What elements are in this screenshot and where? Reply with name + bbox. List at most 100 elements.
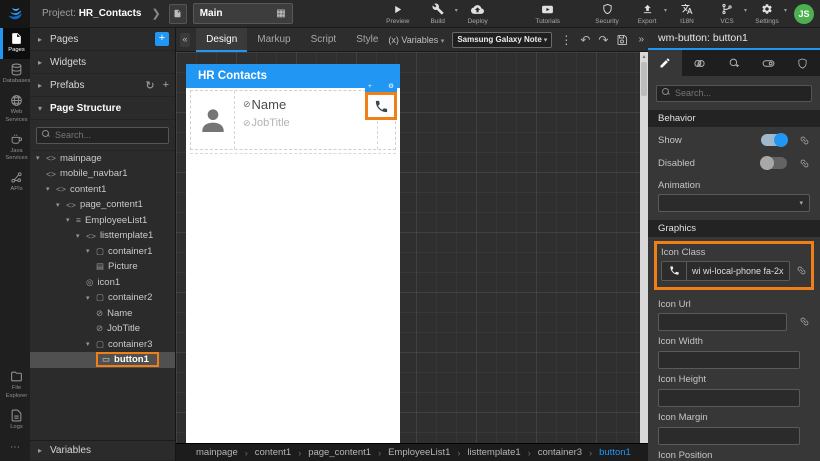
jobtitle-label-widget[interactable]: ⊘ JobTitle — [243, 117, 373, 129]
add-widget-icon[interactable]: + — [368, 84, 372, 91]
icon-class-input[interactable] — [687, 260, 790, 281]
property-search-input[interactable] — [656, 84, 812, 102]
project-chevron-icon[interactable]: ❯ — [151, 7, 160, 20]
build-caret-icon[interactable]: ▾ — [455, 7, 458, 14]
tree-node-container1[interactable]: ▾ ▢ container1 — [30, 244, 175, 260]
tree-node-icon1[interactable]: ◎ icon1 — [30, 275, 175, 291]
pages-caret-icon[interactable]: ▸ — [38, 35, 50, 44]
icon-url-input[interactable] — [658, 312, 787, 331]
tree-node-container3[interactable]: ▾ ▢ container3 — [30, 337, 175, 353]
tree-node-employeelist1[interactable]: ▾ ≡ EmployeeList1 — [30, 213, 175, 229]
tree-node-page-content1[interactable]: ▾ <> page_content1 — [30, 197, 175, 213]
tab-markup[interactable]: Markup — [247, 28, 300, 52]
text-column[interactable]: ⊘ Name ⊘ JobTitle — [235, 91, 377, 149]
widgets-caret-icon[interactable]: ▸ — [38, 58, 50, 67]
caret-down-icon[interactable]: ▾ — [86, 294, 96, 302]
build-button[interactable]: Build ▾ — [425, 3, 458, 25]
caret-down-icon[interactable]: ▾ — [86, 247, 96, 255]
icon-picker-button[interactable] — [661, 260, 687, 281]
tab-toggle-props[interactable] — [751, 50, 785, 76]
preview-button[interactable]: Preview — [385, 3, 411, 25]
show-toggle[interactable] — [761, 133, 788, 147]
export-caret-icon[interactable]: ▾ — [664, 7, 667, 14]
breadcrumb-current[interactable]: button1 — [599, 447, 631, 458]
section-pages[interactable]: ▸ Pages + — [30, 28, 175, 51]
deploy-button[interactable]: Deploy — [465, 3, 491, 25]
caret-down-icon[interactable]: ▾ — [66, 216, 76, 224]
phone-mockup[interactable]: HR Contacts ⊘ Name ⊘ JobTitle + ⚙ — [186, 64, 400, 443]
user-avatar[interactable]: JS — [794, 3, 814, 24]
kebab-menu-icon[interactable]: ⋮ — [560, 34, 572, 46]
device-selector[interactable]: Samsung Galaxy Note III ▾ — [452, 31, 553, 48]
rail-item-apis[interactable]: APIs — [0, 167, 30, 198]
caret-down-icon[interactable]: ▾ — [86, 340, 96, 348]
name-label-widget[interactable]: ⊘ Name — [243, 97, 373, 112]
i18n-button[interactable]: I18N — [674, 3, 700, 25]
settings-caret-icon[interactable]: ▾ — [784, 7, 787, 14]
tree-node-picture[interactable]: ▤ Picture — [30, 259, 175, 275]
icon-margin-input[interactable] — [658, 426, 800, 445]
canvas-scrollbar[interactable]: ▲ — [640, 52, 648, 443]
variables-dropdown[interactable]: (x) Variables ▾ — [388, 35, 444, 45]
icon-height-input[interactable] — [658, 388, 800, 407]
caret-down-icon[interactable]: ▾ — [76, 232, 86, 240]
overflow-right-icon[interactable]: » — [638, 34, 644, 45]
section-widgets[interactable]: ▸ Widgets — [30, 51, 175, 74]
animation-select[interactable]: ▾ — [658, 193, 810, 212]
open-page-tab-main[interactable]: Main ▦ — [192, 3, 293, 24]
tree-node-listtemplate1[interactable]: ▾ <> listtemplate1 — [30, 228, 175, 244]
tree-node-mobile-navbar1[interactable]: <> mobile_navbar1 — [30, 166, 175, 182]
grid-icon[interactable]: ▦ — [276, 8, 285, 19]
breadcrumb-item[interactable]: content1 — [255, 447, 291, 458]
tab-script[interactable]: Script — [301, 28, 347, 52]
save-icon[interactable] — [616, 34, 628, 46]
tree-node-container2[interactable]: ▾ ▢ container2 — [30, 290, 175, 306]
rail-item-logs[interactable]: Logs — [0, 405, 30, 436]
caret-down-icon[interactable]: ▾ — [36, 154, 46, 162]
page-icon-button[interactable] — [168, 3, 187, 24]
scrollbar-thumb[interactable] — [641, 62, 647, 96]
widget-settings-icon[interactable]: ⚙ — [388, 84, 394, 91]
section-prefabs[interactable]: ▸ Prefabs ↻ + — [30, 74, 175, 97]
icon-width-input[interactable] — [658, 350, 800, 369]
tree-node-jobtitle[interactable]: ⊘ JobTitle — [30, 321, 175, 337]
caret-down-icon[interactable]: ▾ — [56, 201, 66, 209]
disabled-toggle[interactable] — [760, 156, 787, 170]
vcs-button[interactable]: VCS ▾ — [714, 3, 747, 25]
rail-item-pages[interactable]: Pages — [0, 28, 30, 60]
bind-link-icon[interactable] — [799, 158, 810, 169]
tutorials-button[interactable]: Tutorials — [535, 3, 561, 25]
section-variables[interactable]: ▸ Variables — [30, 440, 175, 461]
undo-icon[interactable]: ↶ — [580, 34, 590, 46]
wavemaker-logo[interactable] — [0, 0, 30, 28]
caret-down-icon[interactable]: ▾ — [46, 185, 56, 193]
tab-styles[interactable] — [682, 50, 716, 76]
refresh-prefabs-icon[interactable]: ↻ — [145, 79, 154, 92]
settings-button[interactable]: Settings ▾ — [754, 3, 787, 25]
tree-search-input[interactable] — [36, 126, 169, 144]
add-prefab-icon[interactable]: + — [163, 79, 169, 91]
tree-node-name[interactable]: ⊘ Name — [30, 306, 175, 322]
scroll-up-icon[interactable]: ▲ — [640, 52, 648, 60]
prefabs-caret-icon[interactable]: ▸ — [38, 81, 50, 90]
bind-link-icon[interactable] — [799, 316, 810, 327]
breadcrumb-item[interactable]: mainpage — [196, 447, 238, 458]
vcs-caret-icon[interactable]: ▾ — [744, 7, 747, 14]
collapse-left-panel-button[interactable]: « — [180, 32, 191, 47]
rail-item-java-services[interactable]: Java Services — [0, 129, 30, 167]
section-page-structure[interactable]: ▾ Page Structure — [30, 97, 175, 120]
picture-column[interactable] — [191, 91, 235, 149]
breadcrumb-item[interactable]: container3 — [538, 447, 582, 458]
export-button[interactable]: Export ▾ — [634, 3, 667, 25]
tab-inspect[interactable] — [717, 50, 751, 76]
tab-design[interactable]: Design — [196, 27, 248, 52]
add-page-button[interactable]: + — [155, 32, 169, 46]
rail-more-button[interactable]: ⋯ — [0, 436, 30, 461]
widget-action-bar[interactable]: + ⚙ — [365, 83, 397, 92]
redo-icon[interactable]: ↷ — [598, 34, 608, 46]
rail-item-web-services[interactable]: Web Services — [0, 90, 30, 128]
breadcrumb-item[interactable]: EmployeeList1 — [388, 447, 450, 458]
bind-link-icon[interactable] — [799, 135, 810, 146]
breadcrumb-item[interactable]: listtemplate1 — [467, 447, 520, 458]
selected-phone-button[interactable] — [365, 92, 397, 120]
